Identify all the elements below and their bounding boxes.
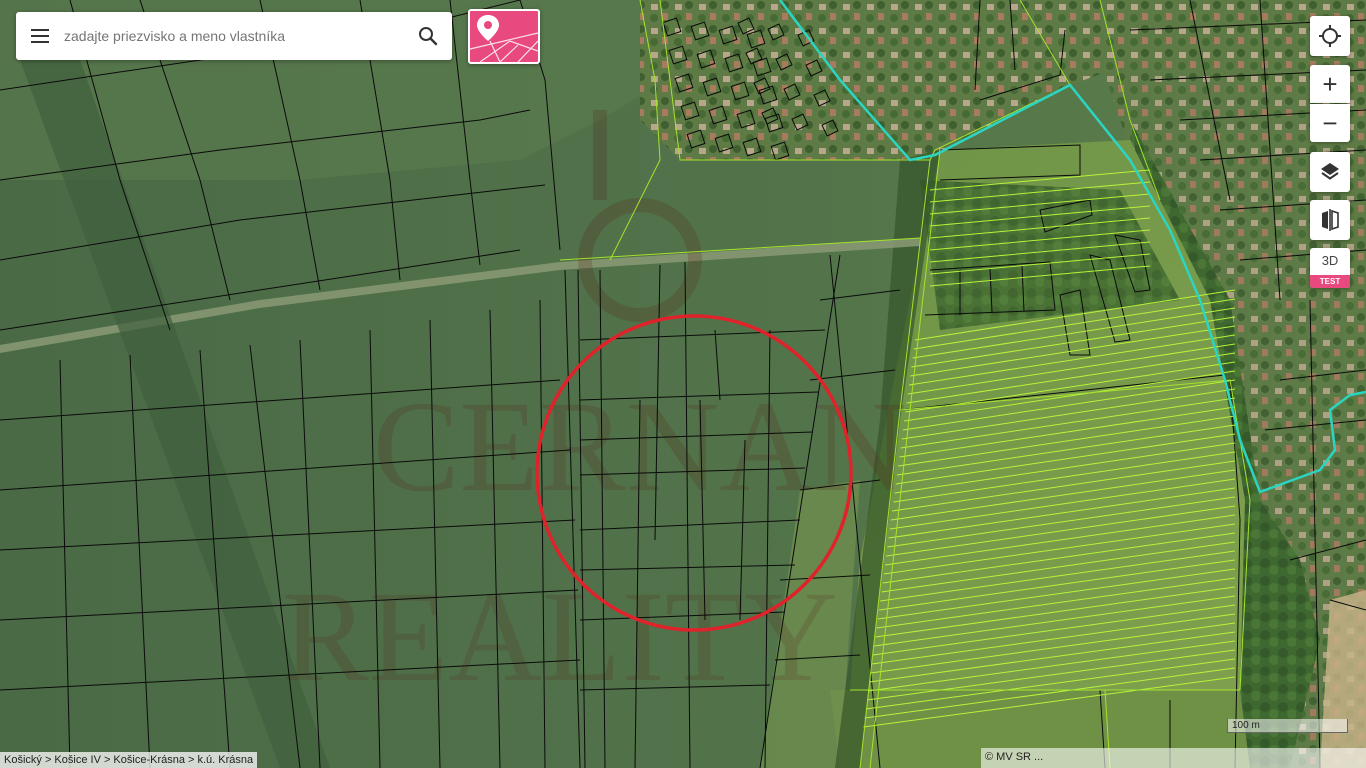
cadastre-parcel-button[interactable] [468,9,540,64]
scale-bar: 100 m [1227,719,1348,733]
copyright-attribution[interactable]: © MV SR ... [981,748,1366,768]
3d-view-button[interactable]: 3D TEST [1310,248,1350,288]
zoom-in-icon: + [1322,69,1338,99]
crosshair-locate-icon [1319,25,1341,47]
zoom-out-button[interactable]: − [1310,104,1350,142]
zoom-in-button[interactable]: + [1310,65,1350,103]
satellite-map[interactable]: CERNAN REALITY [0,0,1366,768]
layers-icon [1321,163,1339,180]
3d-label: 3D [1321,253,1339,268]
locate-button[interactable] [1310,16,1350,56]
test-badge: TEST [1310,275,1350,288]
hamburger-menu-icon[interactable] [16,12,64,60]
compare-button[interactable] [1310,200,1350,240]
watermark-text-line1: CERNAN [373,375,907,519]
search-icon[interactable] [404,12,452,60]
owner-search-bar [16,12,452,60]
layers-button[interactable] [1310,152,1350,192]
owner-search-input[interactable] [64,16,404,56]
breadcrumb: Košický > Košice IV > Košice-Krásna > k.… [0,752,258,768]
split-compare-icon [1322,209,1339,231]
zoom-out-icon: − [1322,108,1338,138]
cadastre-parcel-pin-icon [470,15,538,62]
watermark-text-line2: REALITY [282,565,838,709]
